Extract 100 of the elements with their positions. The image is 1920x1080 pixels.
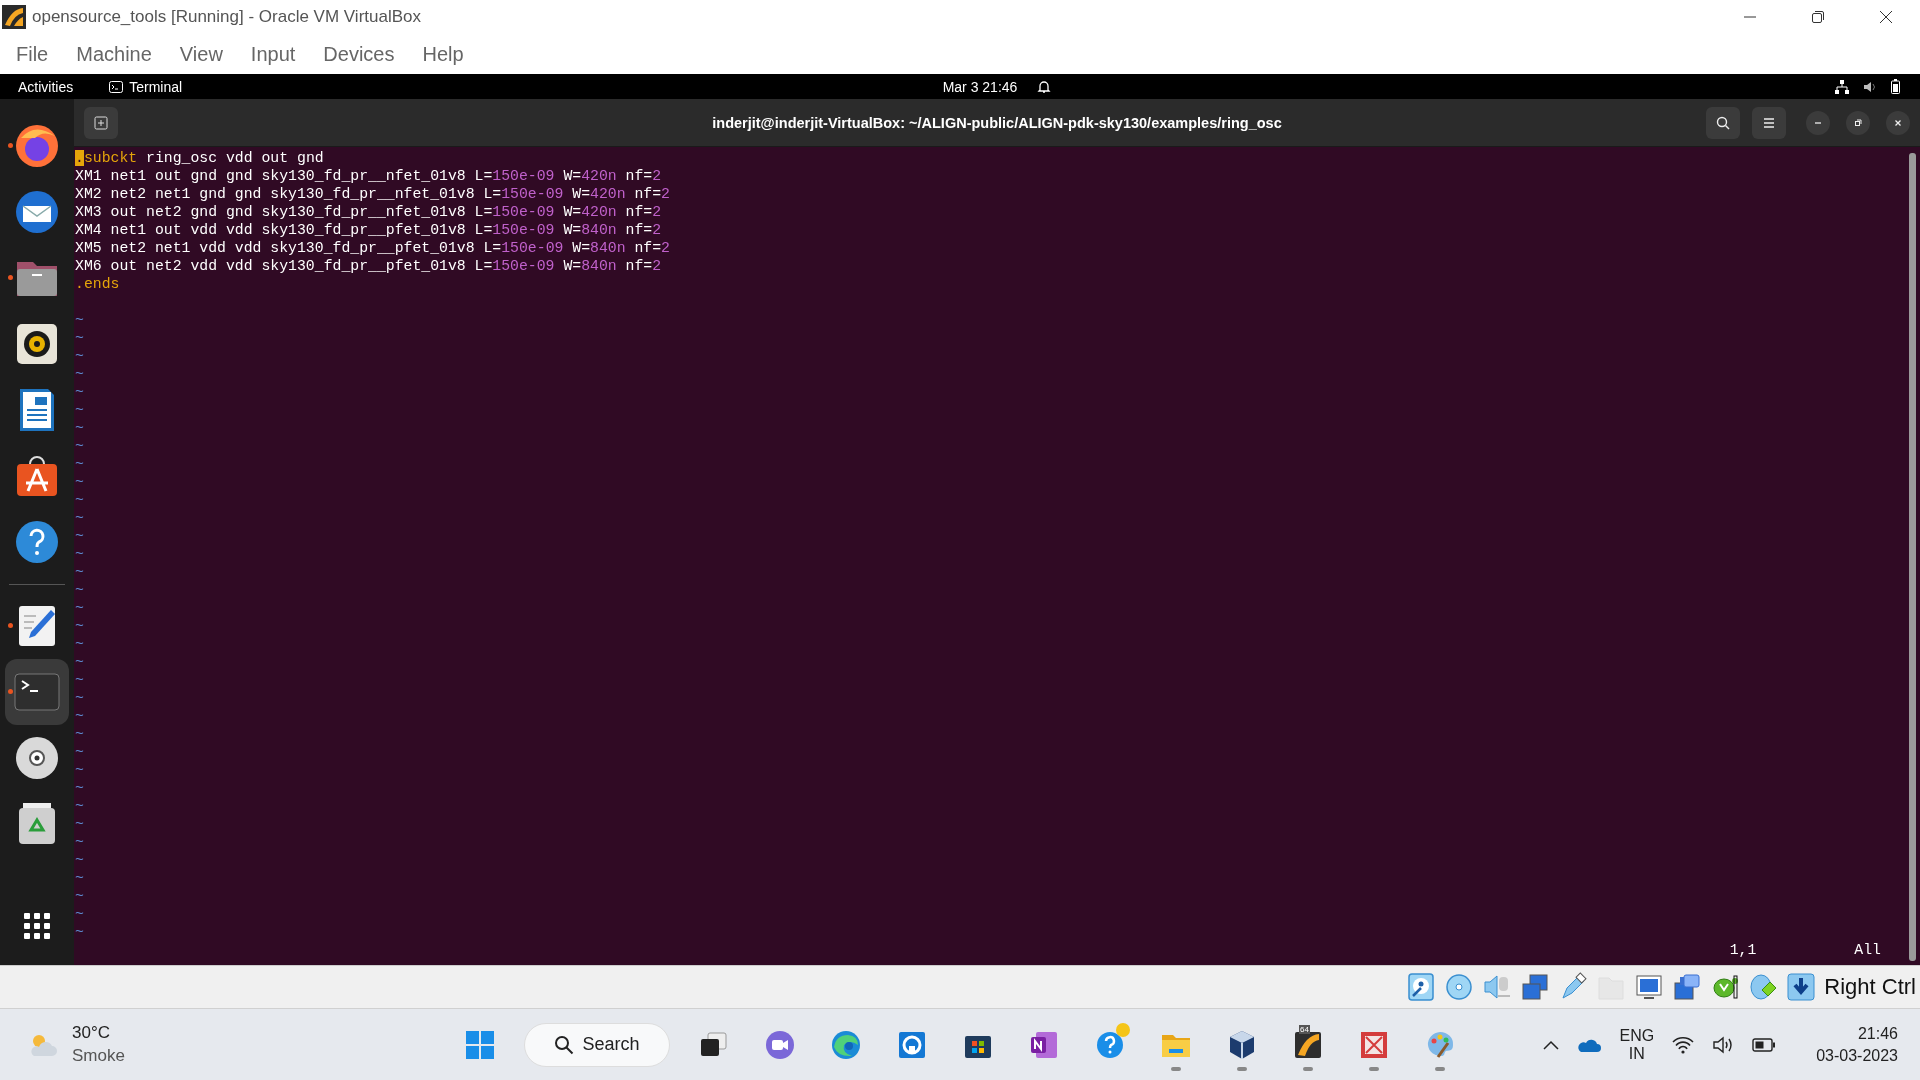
- empty-line-marker: ~: [75, 401, 84, 419]
- cursor-position: 1,1: [1729, 941, 1757, 959]
- empty-line-marker: ~: [75, 437, 84, 455]
- browser-icon[interactable]: [13, 122, 61, 170]
- empty-line-marker: ~: [75, 653, 84, 671]
- code-line: XM1 net1 out gnd gnd sky130_fd_pr__nfet_01v8 L=150e-09 W=420n nf=2: [75, 167, 663, 185]
- bell-icon: [1037, 79, 1052, 94]
- app-logo-icon: [2, 5, 26, 29]
- video-camera-icon[interactable]: [1672, 972, 1703, 1002]
- search-button[interactable]: Search: [524, 1022, 670, 1067]
- host-key-label: Right Ctrl: [1824, 974, 1916, 1000]
- battery-icon[interactable]: [1752, 1037, 1777, 1052]
- menu-item[interactable]: File: [16, 42, 49, 66]
- empty-line-marker: ~: [75, 527, 84, 545]
- scroll-position: All: [1854, 941, 1881, 959]
- empty-line-marker: ~: [75, 869, 84, 887]
- language-indicator[interactable]: ENG: [1619, 1026, 1655, 1045]
- battery-icon[interactable]: [1891, 79, 1900, 94]
- start-icon[interactable]: [464, 1028, 496, 1061]
- empty-line-marker: ~: [75, 905, 84, 923]
- empty-line-marker: ~: [75, 329, 84, 347]
- temperature[interactable]: 30°C: [72, 1023, 125, 1043]
- activities-button[interactable]: Activities: [18, 78, 74, 95]
- window-title: opensource_tools [Running] - Oracle VM VirtualBox: [32, 7, 422, 27]
- chat-icon[interactable]: [764, 1028, 796, 1061]
- empty-line-marker: ~: [75, 725, 84, 743]
- empty-line-marker: ~: [75, 707, 84, 725]
- scrollbar[interactable]: [1909, 153, 1916, 961]
- empty-line-marker: ~: [75, 761, 84, 779]
- maximize-icon: [1853, 117, 1863, 128]
- weather-condition[interactable]: Smoke: [72, 1046, 125, 1066]
- search-icon: [554, 1034, 575, 1055]
- menu-icon: [1762, 115, 1776, 130]
- turtle-icon[interactable]: [1710, 972, 1741, 1002]
- close-icon: [1879, 10, 1893, 24]
- menu-item[interactable]: View: [179, 42, 223, 66]
- empty-line-marker: ~: [75, 887, 84, 905]
- empty-line-marker: ~: [75, 383, 84, 401]
- clock-date[interactable]: 03-03-2023: [1816, 1046, 1898, 1065]
- empty-line-marker: ~: [75, 581, 84, 599]
- empty-line-marker: ~: [75, 689, 84, 707]
- empty-line-marker: ~: [75, 473, 84, 491]
- empty-line-marker: ~: [75, 743, 84, 761]
- mouse-integration-icon[interactable]: [1748, 972, 1779, 1002]
- mail-icon[interactable]: [13, 188, 61, 236]
- clock-time[interactable]: 21:46: [1857, 1024, 1898, 1043]
- code-line: XM3 out net2 gnd gnd sky130_fd_pr__nfet_01v8 L=150e-09 W=420n nf=2: [75, 203, 663, 221]
- empty-line-marker: ~: [75, 599, 84, 617]
- code-line: XM4 net1 out vdd vdd sky130_fd_pr__pfet_01v8 L=150e-09 W=840n nf=2: [75, 221, 663, 239]
- code-line: XM5 net2 net1 vdd vdd sky130_fd_pr__pfet_01v8 L=150e-09 W=840n nf=2: [75, 239, 671, 257]
- empty-line-marker: ~: [75, 851, 84, 869]
- maximize-button[interactable]: [1846, 110, 1870, 135]
- menu-item[interactable]: Help: [422, 42, 464, 66]
- empty-line-marker: ~: [75, 815, 84, 833]
- empty-line-marker: ~: [75, 617, 84, 635]
- close-button[interactable]: [1886, 110, 1910, 135]
- empty-line-marker: ~: [75, 455, 84, 473]
- code-line: .ends: [75, 275, 121, 293]
- clock[interactable]: Mar 3 21:46: [942, 78, 1018, 95]
- terminal-title: inderjit@inderjit-VirtualBox: ~/ALIGN-public/ALIGN-pdk-sky130/examples/ring_osc: [712, 114, 1282, 131]
- menu-item[interactable]: Devices: [323, 42, 395, 66]
- new-tab-icon: [94, 115, 108, 130]
- search-icon: [1716, 115, 1730, 130]
- empty-line-marker: ~: [75, 545, 84, 563]
- empty-line-marker: ~: [75, 365, 84, 383]
- code-line: XM2 net2 net1 gnd gnd sky130_fd_pr__nfet_01v8 L=150e-09 W=420n nf=2: [75, 185, 671, 203]
- disc-icon[interactable]: [13, 734, 61, 782]
- restore-icon: [1811, 10, 1825, 24]
- search-button[interactable]: [1706, 106, 1740, 139]
- display-icon[interactable]: [1634, 972, 1665, 1002]
- help-icon[interactable]: [13, 518, 61, 566]
- code-line: .subckt ring_osc vdd out gnd: [75, 149, 325, 167]
- empty-line-marker: ~: [75, 509, 84, 527]
- app-badge: 64: [1299, 1024, 1310, 1034]
- menu-button[interactable]: [1752, 106, 1786, 139]
- menu-item[interactable]: Input: [250, 42, 296, 66]
- browser-icon[interactable]: [830, 1028, 862, 1061]
- close-icon: [1893, 117, 1903, 128]
- terminal-icon: [109, 80, 124, 93]
- menu-item[interactable]: Machine: [76, 42, 152, 66]
- app-menu-label[interactable]: Terminal: [129, 78, 183, 95]
- empty-line-marker: ~: [75, 833, 84, 851]
- empty-line-marker: ~: [75, 671, 84, 689]
- volume-icon[interactable]: [1712, 1035, 1735, 1054]
- empty-line-marker: ~: [75, 923, 84, 941]
- empty-line-marker: ~: [75, 311, 84, 329]
- region-indicator[interactable]: IN: [1628, 1044, 1645, 1063]
- chevron-up-icon[interactable]: [1543, 1039, 1560, 1050]
- volume-icon[interactable]: [1863, 79, 1877, 94]
- app-grid-icon[interactable]: [24, 913, 50, 939]
- empty-line-marker: ~: [75, 491, 84, 509]
- empty-line-marker: ~: [75, 419, 84, 437]
- code-line: XM6 out net2 vdd vdd sky130_fd_pr__pfet_01v8 L=150e-09 W=840n nf=2: [75, 257, 663, 275]
- wifi-icon[interactable]: [1672, 1035, 1695, 1054]
- empty-line-marker: ~: [75, 635, 84, 653]
- empty-line-marker: ~: [75, 563, 84, 581]
- new-tab-button[interactable]: [84, 106, 118, 139]
- empty-line-marker: ~: [75, 779, 84, 797]
- empty-line-marker: ~: [75, 797, 84, 815]
- network-icon[interactable]: [1835, 79, 1849, 94]
